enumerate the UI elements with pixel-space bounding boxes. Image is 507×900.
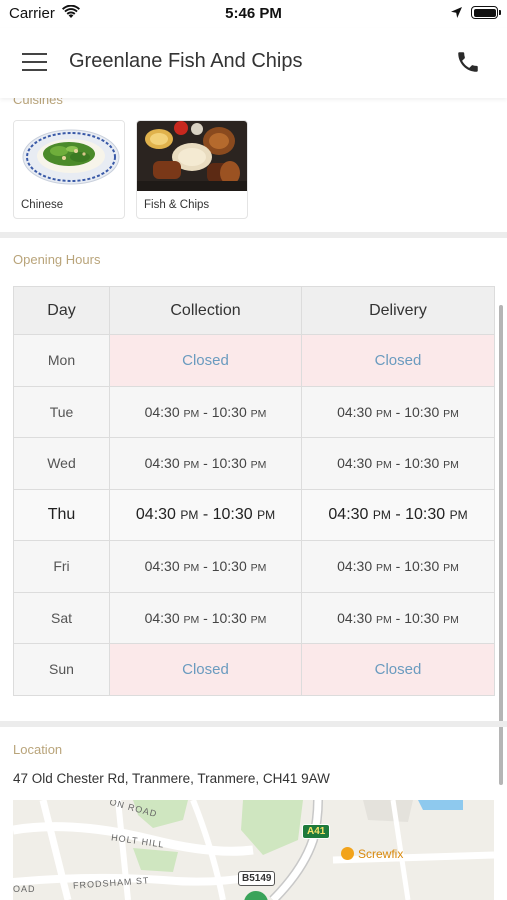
day-cell: Wed xyxy=(13,437,110,490)
start-suffix: PM xyxy=(376,407,392,420)
map-poi-marker-icon xyxy=(341,847,354,860)
start-time: 04:30 xyxy=(337,403,373,420)
start-time: 04:30 xyxy=(337,455,373,472)
end-time: 10:30 xyxy=(211,558,247,575)
collection-hours: 04:30 PM - 10:30 PM xyxy=(109,437,302,490)
start-time: 04:30 xyxy=(144,403,180,420)
map-poi-label: Screwfix xyxy=(358,847,404,861)
status-bar: Carrier 5:46 PM xyxy=(0,0,507,28)
table-row: Sun Closed Closed xyxy=(13,643,495,696)
end-suffix: PM xyxy=(257,507,276,522)
delivery-closed: Closed xyxy=(301,334,495,387)
end-suffix: PM xyxy=(250,613,267,626)
cuisine-card-fish-chips[interactable]: Fish & Chips xyxy=(136,120,248,219)
day-cell: Sun xyxy=(13,643,110,696)
delivery-hours: 04:30 PM - 10:30 PM xyxy=(301,437,495,490)
start-time: 04:30 xyxy=(337,609,373,626)
collection-hours: 04:30 PM - 10:30 PM xyxy=(109,540,302,593)
day-cell: Fri xyxy=(13,540,110,593)
end-suffix: PM xyxy=(449,507,468,522)
start-suffix: PM xyxy=(376,613,392,626)
restaurant-title: Greenlane Fish And Chips xyxy=(69,50,303,72)
collection-hours: 04:30 PM - 10:30 PM xyxy=(109,591,302,644)
delivery-hours: 04:30 PM - 10:30 PM xyxy=(301,591,495,644)
start-suffix: PM xyxy=(183,459,200,472)
header-delivery: Delivery xyxy=(301,286,495,335)
end-time: 10:30 xyxy=(211,455,247,472)
day-cell: Sat xyxy=(13,591,110,644)
fish-and-chips-image xyxy=(137,121,247,191)
cuisine-card-chinese[interactable]: Chinese xyxy=(13,120,125,219)
phone-icon[interactable] xyxy=(455,49,481,75)
end-time: 10:30 xyxy=(404,558,440,575)
start-suffix: PM xyxy=(180,507,199,522)
end-time: 10:30 xyxy=(212,505,253,523)
opening-hours-label: Opening Hours xyxy=(13,252,101,267)
end-suffix: PM xyxy=(250,407,267,420)
hamburger-menu-icon[interactable] xyxy=(22,52,48,72)
delivery-closed: Closed xyxy=(301,643,495,696)
end-suffix: PM xyxy=(250,459,267,472)
collection-closed: Closed xyxy=(109,334,302,387)
nav-bar: Greenlane Fish And Chips xyxy=(0,28,507,98)
battery-icon xyxy=(471,6,501,19)
end-suffix: PM xyxy=(443,407,459,420)
collection-hours: 04:30 PM - 10:30 PM xyxy=(109,488,302,541)
cuisine-name: Chinese xyxy=(21,199,64,211)
cuisine-name: Fish & Chips xyxy=(144,199,210,211)
end-suffix: PM xyxy=(443,562,459,575)
start-suffix: PM xyxy=(376,459,392,472)
table-row: Mon Closed Closed xyxy=(13,334,495,387)
start-time: 04:30 xyxy=(135,505,176,523)
end-time: 10:30 xyxy=(211,403,247,420)
location-label: Location xyxy=(13,742,63,757)
end-suffix: PM xyxy=(250,562,267,575)
table-header-row: Day Collection Delivery xyxy=(13,286,495,335)
day-cell: Thu xyxy=(13,488,110,541)
table-row-today: Thu 04:30 PM - 10:30 PM 04:30 PM - 10:30… xyxy=(13,488,495,541)
collection-hours: 04:30 PM - 10:30 PM xyxy=(109,385,302,438)
start-suffix: PM xyxy=(183,613,200,626)
start-suffix: PM xyxy=(376,562,392,575)
address-text: 47 Old Chester Rd, Tranmere, Tranmere, C… xyxy=(13,771,330,786)
header-day: Day xyxy=(13,286,110,335)
delivery-hours: 04:30 PM - 10:30 PM xyxy=(301,488,495,541)
chinese-dish-image xyxy=(14,121,124,191)
map-road-badge: A41 xyxy=(302,824,331,839)
table-row: Sat 04:30 PM - 10:30 PM 04:30 PM - 10:30… xyxy=(13,591,495,644)
section-divider xyxy=(0,721,507,727)
status-time: 5:46 PM xyxy=(225,5,282,22)
start-suffix: PM xyxy=(183,407,200,420)
end-time: 10:30 xyxy=(211,609,247,626)
start-suffix: PM xyxy=(183,562,200,575)
delivery-hours: 04:30 PM - 10:30 PM xyxy=(301,385,495,438)
location-arrow-icon xyxy=(451,7,462,18)
end-suffix: PM xyxy=(443,613,459,626)
collection-closed: Closed xyxy=(109,643,302,696)
map-road-label: OAD xyxy=(13,884,36,894)
end-time: 10:30 xyxy=(404,403,440,420)
delivery-hours: 04:30 PM - 10:30 PM xyxy=(301,540,495,593)
section-divider xyxy=(0,232,507,238)
day-cell: Mon xyxy=(13,334,110,387)
start-time: 04:30 xyxy=(144,558,180,575)
table-row: Wed 04:30 PM - 10:30 PM 04:30 PM - 10:30… xyxy=(13,437,495,490)
start-time: 04:30 xyxy=(144,609,180,626)
day-cell: Tue xyxy=(13,385,110,438)
end-time: 10:30 xyxy=(404,455,440,472)
end-suffix: PM xyxy=(443,459,459,472)
location-map[interactable]: ON ROAD HOLT HILL FRODSHAM ST OAD A41 B5… xyxy=(13,800,494,900)
header-collection: Collection xyxy=(109,286,302,335)
start-suffix: PM xyxy=(372,507,391,522)
opening-hours-table: Day Collection Delivery Mon Closed Close… xyxy=(13,286,495,696)
table-row: Fri 04:30 PM - 10:30 PM 04:30 PM - 10:30… xyxy=(13,540,495,593)
map-road-badge: B5149 xyxy=(238,871,276,886)
start-time: 04:30 xyxy=(144,455,180,472)
start-time: 04:30 xyxy=(337,558,373,575)
start-time: 04:30 xyxy=(328,505,369,523)
scrollbar-thumb[interactable] xyxy=(499,305,503,785)
table-row: Tue 04:30 PM - 10:30 PM 04:30 PM - 10:30… xyxy=(13,385,495,438)
end-time: 10:30 xyxy=(405,505,446,523)
end-time: 10:30 xyxy=(404,609,440,626)
